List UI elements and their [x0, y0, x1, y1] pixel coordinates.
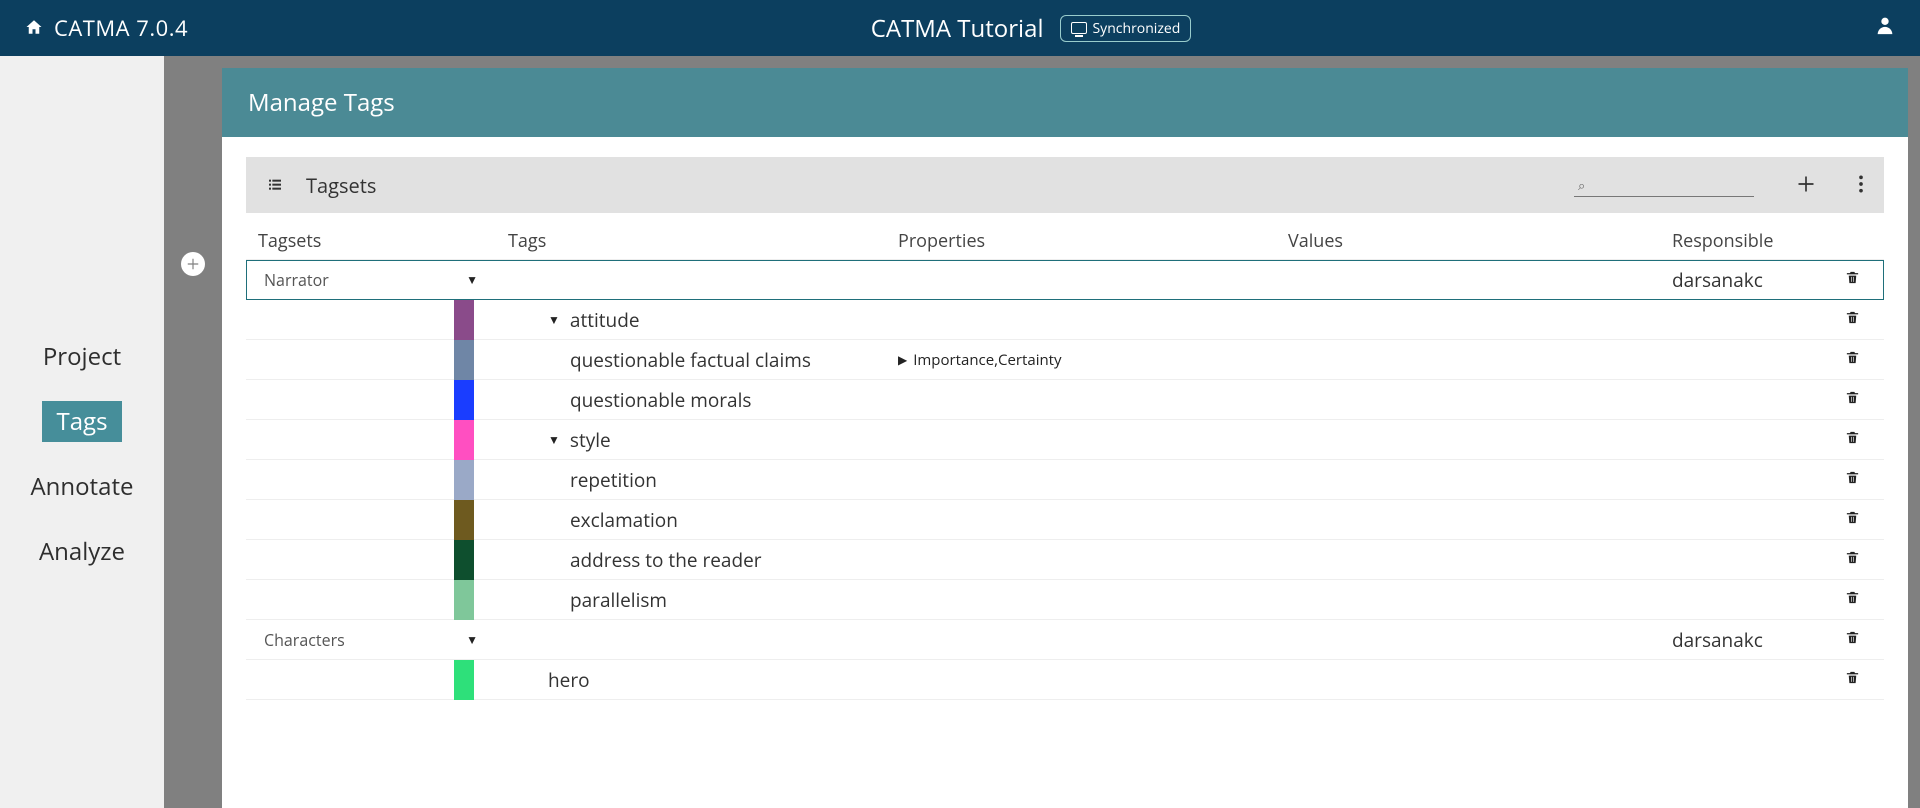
tag-properties: Importance,Certainty: [913, 350, 1061, 370]
tag-label: exclamation: [570, 507, 678, 533]
delete-button[interactable]: [1832, 668, 1872, 692]
search-icon: ⌕: [1578, 176, 1585, 194]
color-swatch: [454, 580, 474, 620]
list-icon: [266, 172, 284, 199]
add-tab-button[interactable]: [181, 252, 205, 276]
chevron-down-icon[interactable]: [548, 431, 560, 448]
tag-tree: Narrator darsanakc attitude questionable fa…: [246, 260, 1884, 700]
color-swatch: [454, 500, 474, 540]
column-headers: Tagsets Tags Properties Values Responsib…: [246, 223, 1884, 260]
sync-badge[interactable]: Synchronized: [1060, 15, 1192, 42]
sidebar: Project Tags Annotate Analyze: [0, 56, 164, 808]
sidebar-item-analyze[interactable]: Analyze: [25, 531, 139, 572]
chevron-right-icon[interactable]: [898, 351, 907, 368]
delete-button[interactable]: [1832, 628, 1872, 652]
tag-label: style: [570, 427, 611, 453]
tagsets-label: Tagsets: [306, 172, 376, 199]
color-swatch: [454, 340, 474, 380]
tag-row[interactable]: questionable factual claims Importance,Ce…: [246, 340, 1884, 380]
home-icon[interactable]: [24, 15, 44, 42]
chevron-down-icon[interactable]: [466, 631, 478, 648]
tagset-row[interactable]: Characters darsanakc: [246, 620, 1884, 660]
app-title: CATMA 7.0.4: [54, 13, 188, 43]
col-values: Values: [1288, 229, 1672, 253]
tag-row[interactable]: questionable morals: [246, 380, 1884, 420]
col-responsible: Responsible: [1672, 229, 1832, 253]
sync-badge-label: Synchronized: [1093, 19, 1181, 38]
tag-label: hero: [548, 667, 590, 693]
color-swatch: [454, 460, 474, 500]
more-menu-button[interactable]: [1858, 169, 1864, 202]
app-header: CATMA 7.0.4 CATMA Tutorial Synchronized: [0, 0, 1920, 56]
search-field[interactable]: ⌕: [1574, 173, 1754, 197]
monitor-icon: [1071, 22, 1087, 34]
color-swatch: [454, 420, 474, 460]
delete-button[interactable]: [1832, 268, 1872, 292]
color-swatch: [454, 540, 474, 580]
sidebar-item-project[interactable]: Project: [29, 336, 135, 377]
color-swatch: [454, 380, 474, 420]
responsible-user: darsanakc: [1672, 267, 1832, 293]
tag-row[interactable]: style: [246, 420, 1884, 460]
side-gutter: [164, 56, 222, 808]
col-properties: Properties: [898, 229, 1288, 253]
responsible-user: darsanakc: [1672, 627, 1832, 653]
color-swatch: [454, 660, 474, 700]
tag-row[interactable]: hero: [246, 660, 1884, 700]
delete-button[interactable]: [1832, 428, 1872, 452]
tag-label: parallelism: [570, 587, 667, 613]
delete-button[interactable]: [1832, 468, 1872, 492]
col-tagsets: Tagsets: [258, 229, 508, 253]
tag-row[interactable]: address to the reader: [246, 540, 1884, 580]
sidebar-item-tags[interactable]: Tags: [42, 401, 121, 442]
tag-label: attitude: [570, 307, 640, 333]
tag-row[interactable]: attitude: [246, 300, 1884, 340]
delete-button[interactable]: [1832, 308, 1872, 332]
tag-row[interactable]: repetition: [246, 460, 1884, 500]
delete-button[interactable]: [1832, 348, 1872, 372]
delete-button[interactable]: [1832, 588, 1872, 612]
panel-title: Manage Tags: [222, 68, 1908, 137]
project-title: CATMA Tutorial: [871, 12, 1044, 45]
tag-row[interactable]: exclamation: [246, 500, 1884, 540]
add-button[interactable]: [1796, 169, 1816, 202]
delete-button[interactable]: [1832, 548, 1872, 572]
search-input[interactable]: [1593, 175, 1743, 194]
sidebar-item-annotate[interactable]: Annotate: [17, 466, 148, 507]
chevron-down-icon[interactable]: [466, 271, 478, 288]
tag-label: address to the reader: [570, 547, 762, 573]
tagset-name: Characters: [264, 629, 345, 651]
tag-row[interactable]: parallelism: [246, 580, 1884, 620]
tagsets-toolbar: Tagsets ⌕: [246, 157, 1884, 213]
color-swatch: [454, 300, 474, 340]
col-tags: Tags: [508, 229, 898, 253]
tag-label: repetition: [570, 467, 657, 493]
delete-button[interactable]: [1832, 508, 1872, 532]
content-panel: Manage Tags Tagsets ⌕: [222, 56, 1920, 808]
chevron-down-icon[interactable]: [548, 311, 560, 328]
tagset-row[interactable]: Narrator darsanakc: [246, 260, 1884, 300]
tagset-name: Narrator: [264, 269, 329, 291]
tag-label: questionable morals: [570, 387, 751, 413]
user-icon[interactable]: [1874, 13, 1896, 43]
tag-label: questionable factual claims: [570, 347, 811, 373]
delete-button[interactable]: [1832, 388, 1872, 412]
